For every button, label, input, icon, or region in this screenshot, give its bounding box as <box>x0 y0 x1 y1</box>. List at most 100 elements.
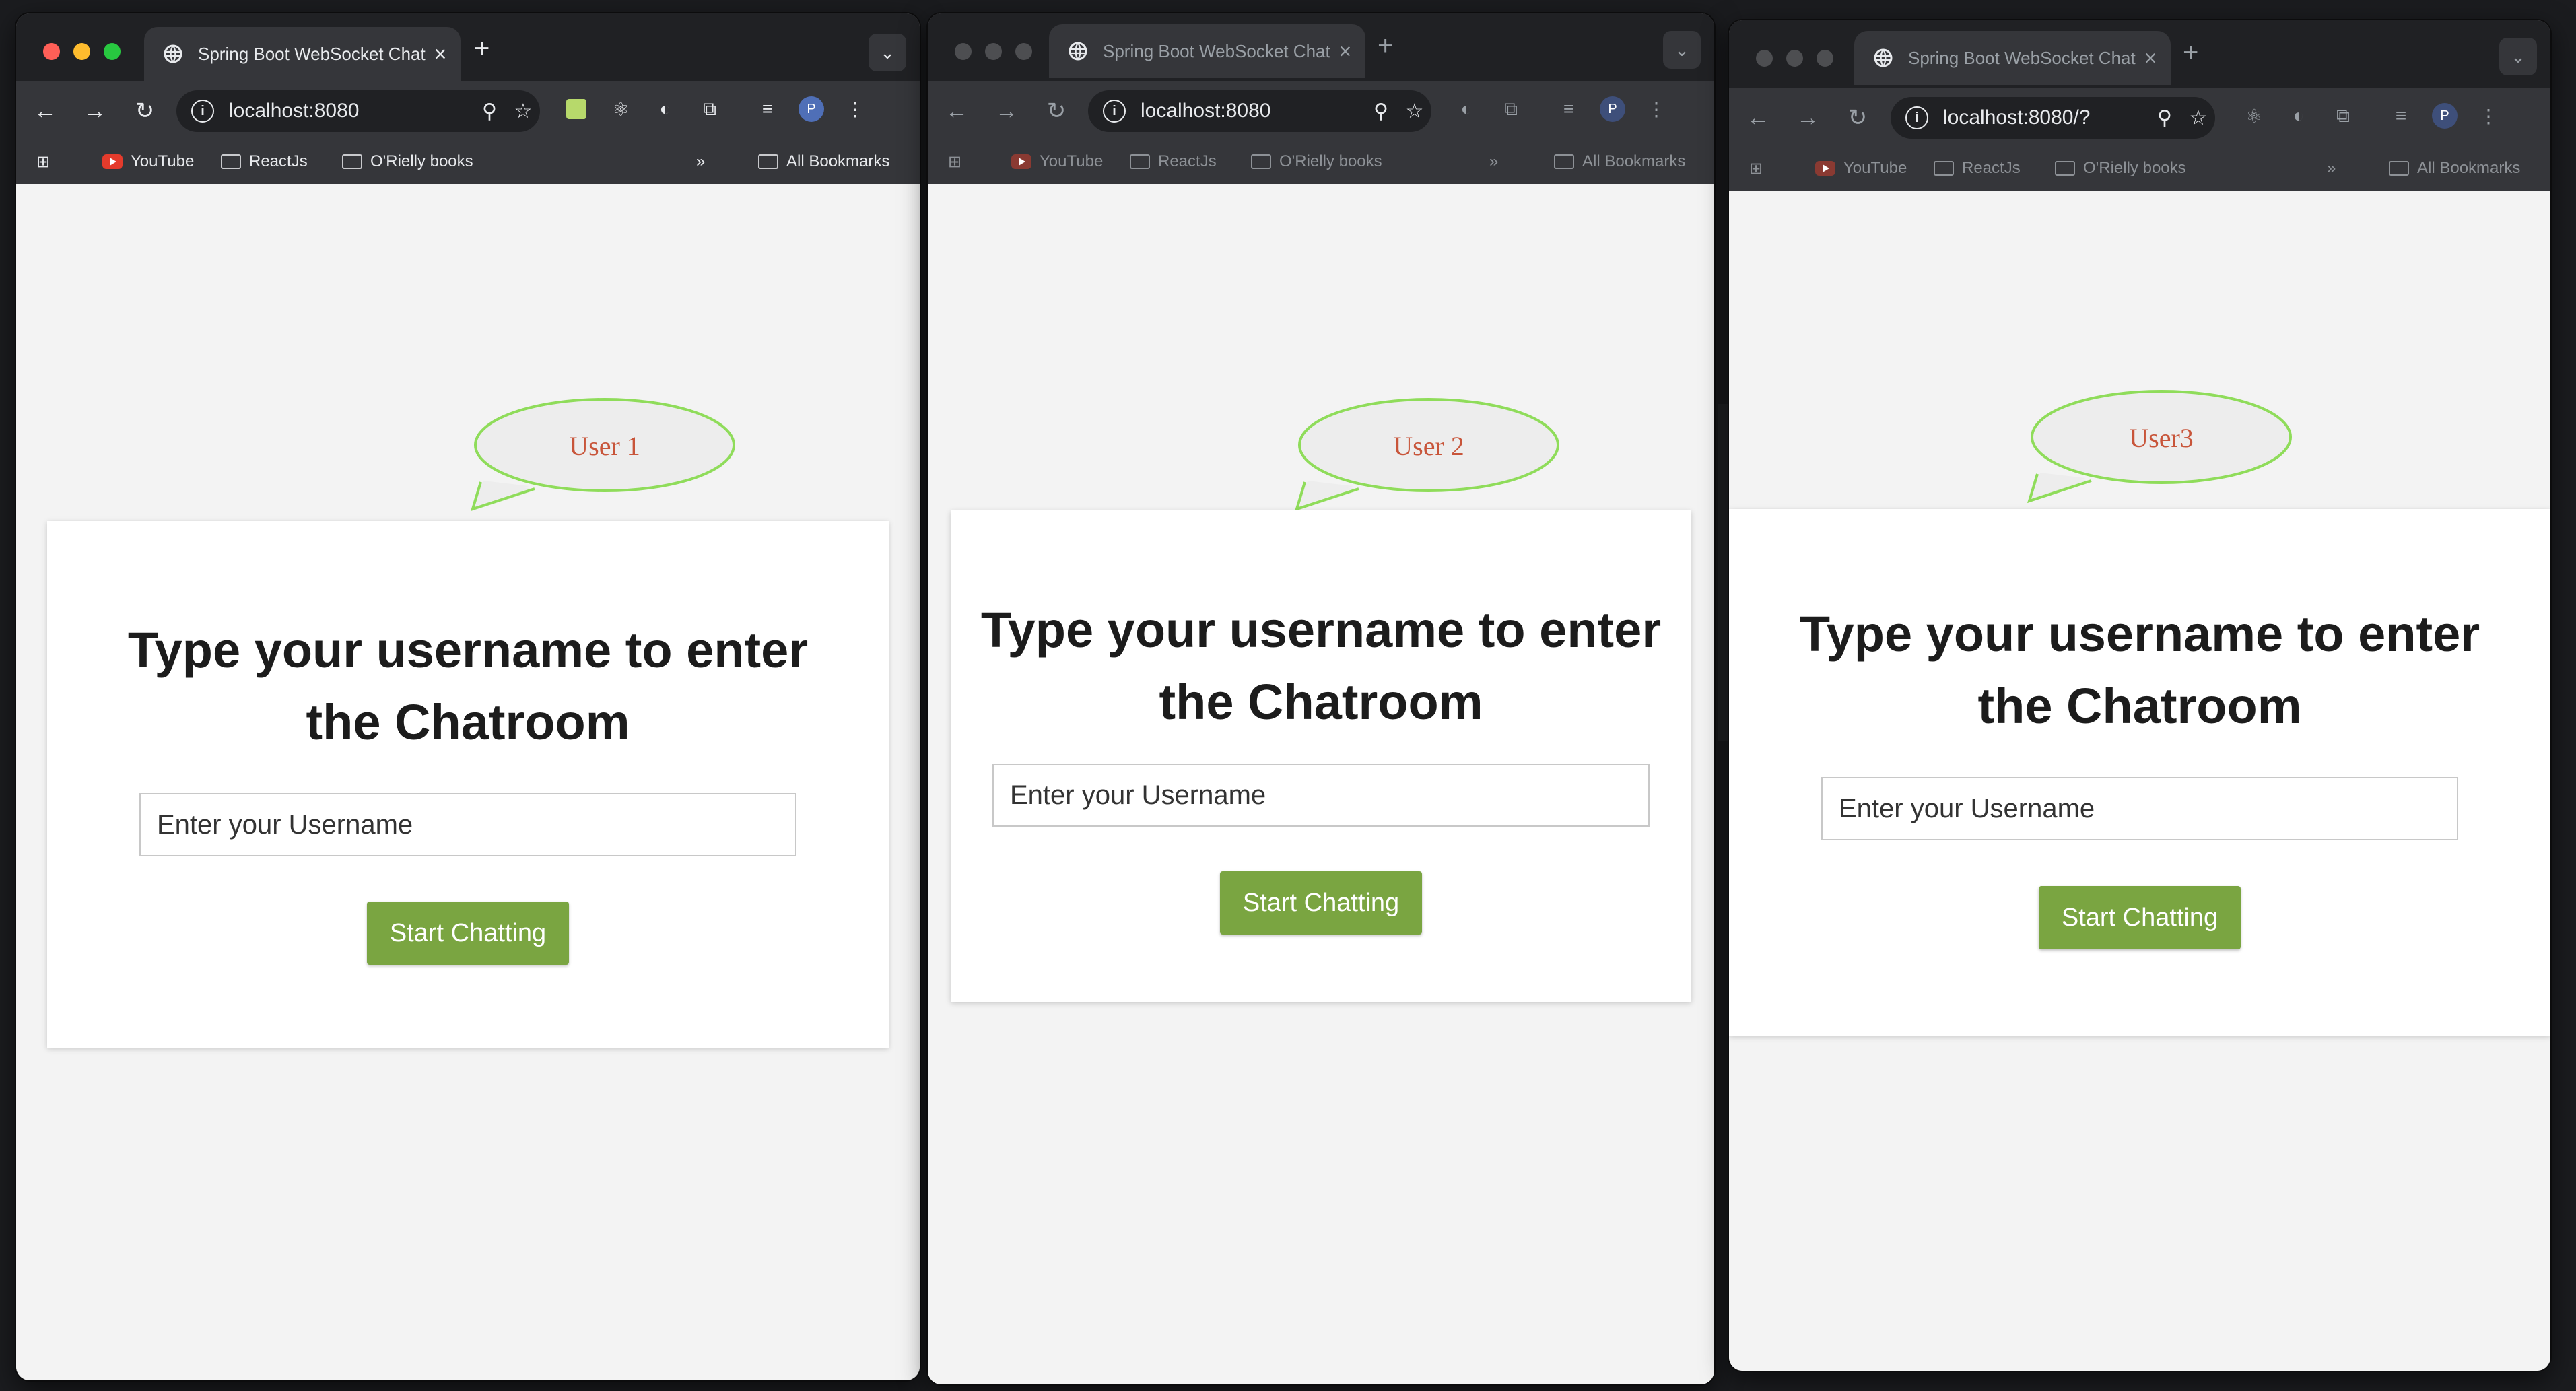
browser-window-2: Spring Boot WebSocket Chat × + ⌄ ← → ↻ i… <box>928 13 1714 1384</box>
heading-line-2: the Chatroom <box>1977 678 2302 734</box>
tab-strip: Spring Boot WebSocket Chat × + ⌄ <box>16 13 920 81</box>
profile-avatar[interactable]: P <box>799 96 824 122</box>
zoom-icon[interactable]: ⚲ <box>473 100 506 123</box>
start-chatting-button[interactable]: Start Chatting <box>1220 871 1422 935</box>
tab-search-button[interactable]: ⌄ <box>869 34 906 71</box>
extensions-puzzle-icon[interactable]: ⧉ <box>1497 96 1524 123</box>
browser-window-1: Spring Boot WebSocket Chat × + ⌄ ← → ↻ i… <box>16 13 920 1380</box>
tab-search-button[interactable]: ⌄ <box>2499 38 2537 75</box>
menu-icon[interactable]: ⋮ <box>842 96 869 123</box>
bookmark-reactjs[interactable]: ReactJs <box>1130 152 1217 171</box>
new-tab-button[interactable]: + <box>474 34 489 64</box>
folder-icon <box>1934 161 1954 176</box>
address-bar[interactable]: i localhost:8080 ⚲ ☆ <box>176 90 540 132</box>
new-tab-button[interactable]: + <box>2183 38 2198 68</box>
bookmark-youtube[interactable]: YouTube <box>1011 152 1103 171</box>
bookmark-oreilly[interactable]: O'Rielly books <box>1251 152 1382 171</box>
close-tab-icon[interactable]: × <box>427 42 454 67</box>
globe-icon <box>1874 48 1893 67</box>
new-tab-button[interactable]: + <box>1378 31 1393 61</box>
back-button[interactable]: ← <box>1741 101 1775 135</box>
zoom-window-button[interactable] <box>1015 43 1032 60</box>
all-bookmarks[interactable]: All Bookmarks <box>1554 152 1685 171</box>
username-input[interactable] <box>1821 777 2458 840</box>
extensions-puzzle-icon[interactable]: ⧉ <box>2330 102 2357 129</box>
minimize-window-button[interactable] <box>1786 50 1803 67</box>
username-input[interactable] <box>992 764 1650 827</box>
bookmark-oreilly[interactable]: O'Rielly books <box>342 152 473 171</box>
bookmark-star-icon[interactable]: ☆ <box>2181 106 2215 130</box>
site-info-icon[interactable]: i <box>191 100 214 123</box>
forward-button[interactable]: → <box>1791 101 1825 135</box>
reload-button[interactable]: ↻ <box>1040 94 1073 128</box>
forward-button[interactable]: → <box>78 94 112 128</box>
reading-list-icon[interactable]: ≡ <box>754 96 781 123</box>
dark-mode-icon[interactable]: ◐ <box>652 96 679 123</box>
reload-button[interactable]: ↻ <box>128 94 162 128</box>
address-bar[interactable]: i localhost:8080/? ⚲ ☆ <box>1891 97 2215 139</box>
url-text[interactable]: localhost:8080 <box>1141 100 1364 123</box>
bookmarks-bar: ⊞ YouTube ReactJs O'Rielly books » All B… <box>16 141 920 184</box>
bookmark-reactjs[interactable]: ReactJs <box>221 152 308 171</box>
bookmarks-overflow-button[interactable]: » <box>696 152 705 171</box>
reading-list-icon[interactable]: ≡ <box>2387 102 2414 129</box>
dark-mode-icon[interactable]: ◐ <box>1453 96 1480 123</box>
site-info-icon[interactable]: i <box>1103 100 1126 123</box>
zoom-icon[interactable]: ⚲ <box>1364 100 1398 123</box>
address-bar[interactable]: i localhost:8080 ⚲ ☆ <box>1088 90 1431 132</box>
menu-icon[interactable]: ⋮ <box>2475 102 2502 129</box>
profile-avatar[interactable]: P <box>2432 103 2458 129</box>
bookmark-star-icon[interactable]: ☆ <box>506 100 540 123</box>
folder-icon <box>758 154 778 169</box>
browser-tab[interactable]: Spring Boot WebSocket Chat × <box>144 27 461 81</box>
menu-icon[interactable]: ⋮ <box>1643 96 1670 123</box>
extensions-puzzle-icon[interactable]: ⧉ <box>696 96 723 123</box>
react-devtools-icon[interactable]: ⚛ <box>2241 102 2268 129</box>
site-info-icon[interactable]: i <box>1905 106 1928 129</box>
zoom-window-button[interactable] <box>1817 50 1833 67</box>
back-button[interactable]: ← <box>28 94 62 128</box>
apps-icon[interactable]: ⊞ <box>1749 159 1763 178</box>
minimize-window-button[interactable] <box>985 43 1002 60</box>
bookmark-youtube[interactable]: YouTube <box>102 152 194 171</box>
zoom-icon[interactable]: ⚲ <box>2148 106 2181 130</box>
login-card: Type your username to enter the Chatroom… <box>47 521 889 1048</box>
extension-green-icon[interactable] <box>563 96 590 123</box>
bookmark-star-icon[interactable]: ☆ <box>1398 100 1431 123</box>
browser-tab[interactable]: Spring Boot WebSocket Chat × <box>1049 24 1365 78</box>
browser-tab[interactable]: Spring Boot WebSocket Chat × <box>1854 31 2171 85</box>
forward-button[interactable]: → <box>990 94 1023 128</box>
all-bookmarks[interactable]: All Bookmarks <box>758 152 889 171</box>
minimize-window-button[interactable] <box>73 43 90 60</box>
dark-mode-icon[interactable]: ◐ <box>2285 102 2312 129</box>
react-devtools-icon[interactable]: ⚛ <box>607 96 634 123</box>
close-window-button[interactable] <box>955 43 972 60</box>
globe-icon <box>164 44 182 63</box>
apps-icon[interactable]: ⊞ <box>948 152 961 172</box>
url-text[interactable]: localhost:8080 <box>229 100 473 123</box>
bookmarks-overflow-button[interactable]: » <box>1489 152 1498 171</box>
url-text[interactable]: localhost:8080/? <box>1943 106 2148 129</box>
tab-search-button[interactable]: ⌄ <box>1663 31 1701 69</box>
callout-text: User 1 <box>569 431 640 461</box>
apps-icon[interactable]: ⊞ <box>36 152 50 172</box>
reading-list-icon[interactable]: ≡ <box>1555 96 1582 123</box>
tab-strip: Spring Boot WebSocket Chat × + ⌄ <box>1729 20 2550 88</box>
start-chatting-button[interactable]: Start Chatting <box>367 902 569 965</box>
back-button[interactable]: ← <box>940 94 974 128</box>
profile-avatar[interactable]: P <box>1600 96 1625 122</box>
zoom-window-button[interactable] <box>104 43 121 60</box>
bookmarks-overflow-button[interactable]: » <box>2327 159 2336 178</box>
all-bookmarks[interactable]: All Bookmarks <box>2389 159 2520 178</box>
bookmark-reactjs[interactable]: ReactJs <box>1934 159 2021 178</box>
bookmark-oreilly[interactable]: O'Rielly books <box>2055 159 2186 178</box>
close-tab-icon[interactable]: × <box>1332 39 1359 64</box>
close-window-button[interactable] <box>1756 50 1773 67</box>
close-window-button[interactable] <box>43 43 60 60</box>
close-tab-icon[interactable]: × <box>2137 46 2164 71</box>
start-chatting-button[interactable]: Start Chatting <box>2039 886 2241 949</box>
username-input[interactable] <box>139 793 796 856</box>
bookmark-youtube[interactable]: YouTube <box>1815 159 1907 178</box>
heading-line-1: Type your username to enter <box>1799 606 2480 662</box>
reload-button[interactable]: ↻ <box>1841 101 1874 135</box>
